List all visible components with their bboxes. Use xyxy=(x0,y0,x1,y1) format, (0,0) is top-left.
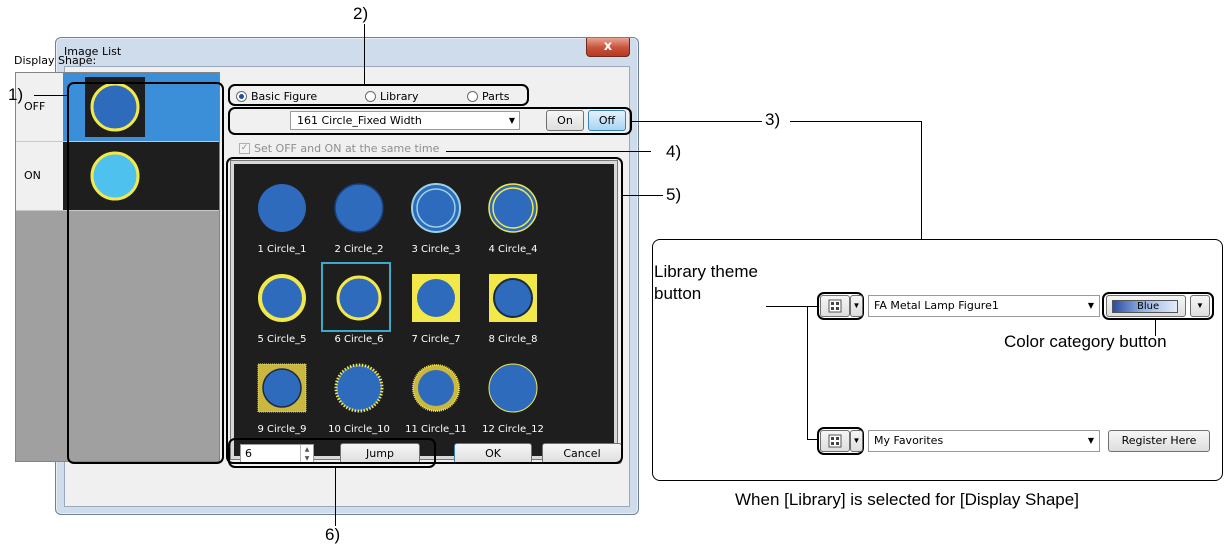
chevron-down-icon: ▼ xyxy=(852,301,861,310)
color-category-label: Blue xyxy=(1112,300,1178,313)
close-button[interactable]: x xyxy=(586,38,630,57)
state-label-on: ON xyxy=(24,169,41,182)
color-category-dropdown[interactable]: ▼ xyxy=(1190,295,1210,317)
color-category-caption: Color category button xyxy=(1004,332,1167,351)
state-label-off: OFF xyxy=(24,100,46,113)
callout-box-1 xyxy=(67,82,224,464)
library-theme-button[interactable] xyxy=(820,295,850,317)
callout-box-2 xyxy=(228,84,529,106)
theme-leader-line xyxy=(766,306,818,307)
library-theme-dropdown[interactable]: ▼ xyxy=(850,295,863,317)
favorites-select[interactable]: My Favorites ▼ xyxy=(868,430,1100,452)
chevron-down-icon: ▼ xyxy=(852,436,861,445)
callout-line-3c xyxy=(921,121,922,240)
callout-line-6 xyxy=(335,468,336,526)
chevron-down-icon: ▼ xyxy=(1087,436,1094,445)
callout-line-1 xyxy=(34,95,68,96)
library-select-value: FA Metal Lamp Figure1 xyxy=(874,299,999,312)
library-select[interactable]: FA Metal Lamp Figure1 ▼ xyxy=(868,295,1100,317)
chevron-down-icon: ▼ xyxy=(1087,301,1094,310)
register-here-button[interactable]: Register Here xyxy=(1108,430,1210,452)
callout-box-3 xyxy=(228,107,632,135)
callout-line-3a xyxy=(632,121,762,122)
library-theme-label-line1: Library theme xyxy=(654,262,758,281)
callout-number-5: 5) xyxy=(666,185,682,204)
callout-number-4: 4) xyxy=(666,142,682,161)
library-theme-dropdown-2[interactable]: ▼ xyxy=(850,430,863,452)
same-time-checkbox-row[interactable]: ✓ Set OFF and ON at the same time xyxy=(239,142,439,155)
checkbox-icon: ✓ xyxy=(239,143,250,154)
callout-line-4 xyxy=(446,151,651,152)
callout-line-2 xyxy=(364,24,365,85)
callout-box-6 xyxy=(228,438,436,468)
library-theme-label-line2: button xyxy=(654,284,702,303)
callout-line-3b xyxy=(790,121,922,122)
callout-number-3: 3) xyxy=(765,110,781,129)
callout-number-1: 1) xyxy=(8,85,24,104)
display-shape-label: Display Shape: xyxy=(14,54,97,67)
color-category-button[interactable]: Blue xyxy=(1106,295,1186,317)
theme-grid-icon xyxy=(828,434,842,448)
callout-box-5 xyxy=(226,157,623,464)
chevron-down-icon: ▼ xyxy=(1196,301,1204,310)
checkbox-label: Set OFF and ON at the same time xyxy=(254,142,440,155)
theme-leader-vertical xyxy=(807,306,808,440)
callout-number-6: 6) xyxy=(325,525,341,544)
callout-number-2: 2) xyxy=(353,4,369,23)
favorites-select-value: My Favorites xyxy=(874,434,944,447)
theme-grid-icon xyxy=(828,299,842,313)
library-panel-caption: When [Library] is selected for [Display … xyxy=(735,490,1079,509)
library-theme-button-2[interactable] xyxy=(820,430,850,452)
callout-line-5 xyxy=(623,195,663,196)
